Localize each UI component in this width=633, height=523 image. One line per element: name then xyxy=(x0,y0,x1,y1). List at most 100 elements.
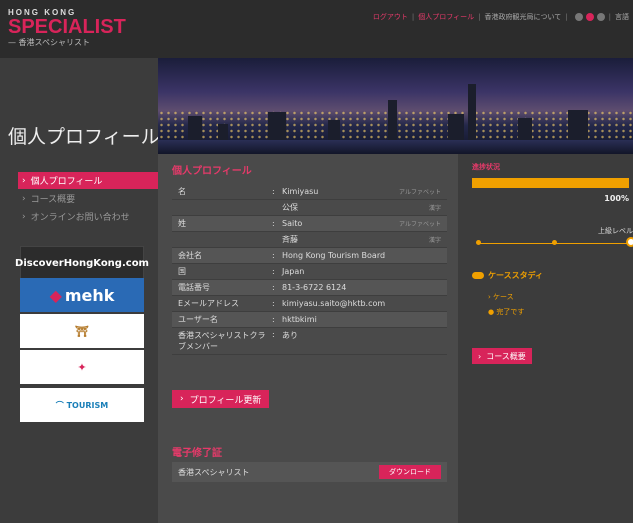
level-label: 上級レベル xyxy=(598,227,633,235)
nav-divider: | xyxy=(411,13,415,21)
row-value: 公保 xyxy=(282,203,298,212)
row-value: 81-3-6722 6124 xyxy=(282,283,347,292)
progress-bar xyxy=(472,178,629,188)
row-label: 名 xyxy=(178,187,186,196)
row-colon: : xyxy=(272,299,275,308)
row-label: 電話番号 xyxy=(178,283,210,292)
tourism-commission-banner[interactable]: ⌒ TOURISM xyxy=(20,388,144,422)
certificate-row: 香港スペシャリスト ダウンロード xyxy=(172,462,447,482)
sidebar-item-profile[interactable]: › 個人プロフィール xyxy=(18,172,158,189)
certificate-name: 香港スペシャリスト xyxy=(178,467,250,477)
table-row: 斉藤 漢字 xyxy=(172,232,447,248)
hero-image-hong-kong-skyline xyxy=(158,58,633,154)
download-button[interactable]: ダウンロード xyxy=(379,465,441,479)
progress-percent: 100% xyxy=(604,194,629,203)
chevron-right-icon: › xyxy=(22,175,26,186)
row-label: ユーザー名 xyxy=(178,315,218,324)
row-value: kimiyasu.saito@hktb.com xyxy=(282,299,386,308)
row-colon: : xyxy=(272,283,275,292)
nav-divider: | xyxy=(478,13,481,21)
page-title: 個人プロフィール xyxy=(8,126,160,148)
chevron-right-icon: › xyxy=(478,351,482,361)
progress-panel: 進捗状況 100% 上級レベル ケーススタディ › ケース ● 完了です › コ… xyxy=(458,154,633,523)
top-nav: ログアウト | 個人プロフィール | 香港政府観光局について | | 言語 xyxy=(373,12,629,22)
certificate-section-title: 電子修了証 xyxy=(172,448,222,459)
progress-title: 進捗状況 xyxy=(472,163,500,171)
level-current-marker xyxy=(626,237,633,247)
social-icon[interactable] xyxy=(574,13,583,21)
profile-panel: 個人プロフィール 名 : Kimiyasu アルファベット 公保 漢字 姓 : … xyxy=(158,154,458,523)
level-step-dot xyxy=(552,240,557,245)
sidebar-item-label: オンラインお問い合わせ xyxy=(30,213,130,223)
case-status: ● 完了です xyxy=(488,307,524,317)
row-colon: : xyxy=(272,315,275,324)
mehk-logo-icon: ◆ xyxy=(49,285,62,305)
level-step-dot xyxy=(476,240,481,245)
row-label: 会社名 xyxy=(178,251,202,260)
sidebar-item-course[interactable]: › コース概要 xyxy=(18,190,158,207)
row-value: 斉藤 xyxy=(282,235,298,244)
row-value: Kimiyasu xyxy=(282,187,319,196)
profile-table: 名 : Kimiyasu アルファベット 公保 漢字 姓 : Saito アルフ… xyxy=(172,184,447,355)
row-colon: : xyxy=(272,187,275,196)
harbour-water xyxy=(158,140,633,154)
chevron-right-icon: › xyxy=(22,193,26,204)
language-link[interactable]: 言語 xyxy=(615,12,629,22)
course-overview-button[interactable]: › コース概要 xyxy=(472,348,532,364)
table-row: 名 : Kimiyasu アルファベット xyxy=(172,184,447,200)
row-value: あり xyxy=(282,331,298,340)
sidebar-item-label: コース概要 xyxy=(30,195,76,205)
weibo-icon[interactable] xyxy=(585,13,594,21)
row-hint: アルファベット xyxy=(399,221,441,228)
hotel-association-banner[interactable]: ✦ xyxy=(20,350,144,384)
tic-logo-icon: ⛩ xyxy=(75,324,89,338)
row-label: 香港スペシャリストクラブメンバー xyxy=(178,331,266,351)
update-profile-button[interactable]: › プロフィール更新 xyxy=(172,390,270,408)
nav-divider: | xyxy=(608,13,611,21)
table-row: 姓 : Saito アルファベット xyxy=(172,216,447,232)
table-row: ユーザー名 : hktbkimi xyxy=(172,312,447,328)
case-study-label: ケーススタディ xyxy=(488,271,544,280)
row-colon: : xyxy=(272,330,275,339)
row-colon: : xyxy=(272,219,275,228)
update-profile-label: プロフィール更新 xyxy=(189,395,262,406)
row-label: 姓 xyxy=(178,219,186,228)
row-hint: 漢字 xyxy=(428,237,441,244)
discover-hongkong-banner[interactable]: DiscoverHongKong.com xyxy=(15,246,149,280)
table-row: 会社名 : Hong Kong Tourism Board xyxy=(172,248,447,264)
chevron-right-icon: › xyxy=(22,211,26,222)
case-item-label: ケース xyxy=(493,293,514,301)
case-item[interactable]: › ケース xyxy=(488,292,514,302)
table-row: Eメールアドレス : kimiyasu.saito@hktb.com xyxy=(172,296,447,312)
table-row: 国 : Japan xyxy=(172,264,447,280)
sidebar: 個人プロフィール › 個人プロフィール › コース概要 › オンラインお問い合わ… xyxy=(0,58,160,523)
travel-industry-council-banner[interactable]: ⛩ xyxy=(20,314,144,348)
logo-line-3: — 香港スペシャリスト xyxy=(8,38,90,47)
profile-section-title: 個人プロフィール xyxy=(172,166,252,177)
row-value: Hong Kong Tourism Board xyxy=(282,251,386,260)
logo-line-2: SPECIALIST xyxy=(8,16,126,38)
tourism-commission-logo-icon: ⌒ TOURISM xyxy=(55,400,109,410)
case-study-title: ケーススタディ xyxy=(472,270,543,281)
course-overview-label: コース概要 xyxy=(486,351,526,361)
case-study-icon xyxy=(472,272,484,279)
row-value: Japan xyxy=(282,267,305,276)
hotel-logo-icon: ✦ xyxy=(77,360,87,374)
row-hint: アルファベット xyxy=(399,189,441,196)
row-value: hktbkimi xyxy=(282,315,317,324)
row-hint: 漢字 xyxy=(428,205,441,212)
table-row: 香港スペシャリストクラブメンバー : あり xyxy=(172,328,447,355)
table-row: 公保 漢字 xyxy=(172,200,447,216)
sidebar-item-contact[interactable]: › オンラインお問い合わせ xyxy=(18,208,158,225)
about-link[interactable]: 香港政府観光局について xyxy=(484,12,561,22)
site-logo[interactable]: HONG KONG SPECIALIST — 香港スペシャリスト xyxy=(8,8,126,48)
share-icon[interactable] xyxy=(596,13,605,21)
row-colon: : xyxy=(272,267,275,276)
site-header: HONG KONG SPECIALIST — 香港スペシャリスト ログアウト |… xyxy=(0,0,633,58)
profile-link[interactable]: 個人プロフィール xyxy=(418,12,474,22)
row-value: Saito xyxy=(282,219,303,228)
chevron-right-icon: › xyxy=(180,394,184,404)
logout-link[interactable]: ログアウト xyxy=(373,12,408,22)
nav-divider: | xyxy=(565,13,568,21)
mehk-banner[interactable]: ◆ mehk xyxy=(20,278,144,312)
